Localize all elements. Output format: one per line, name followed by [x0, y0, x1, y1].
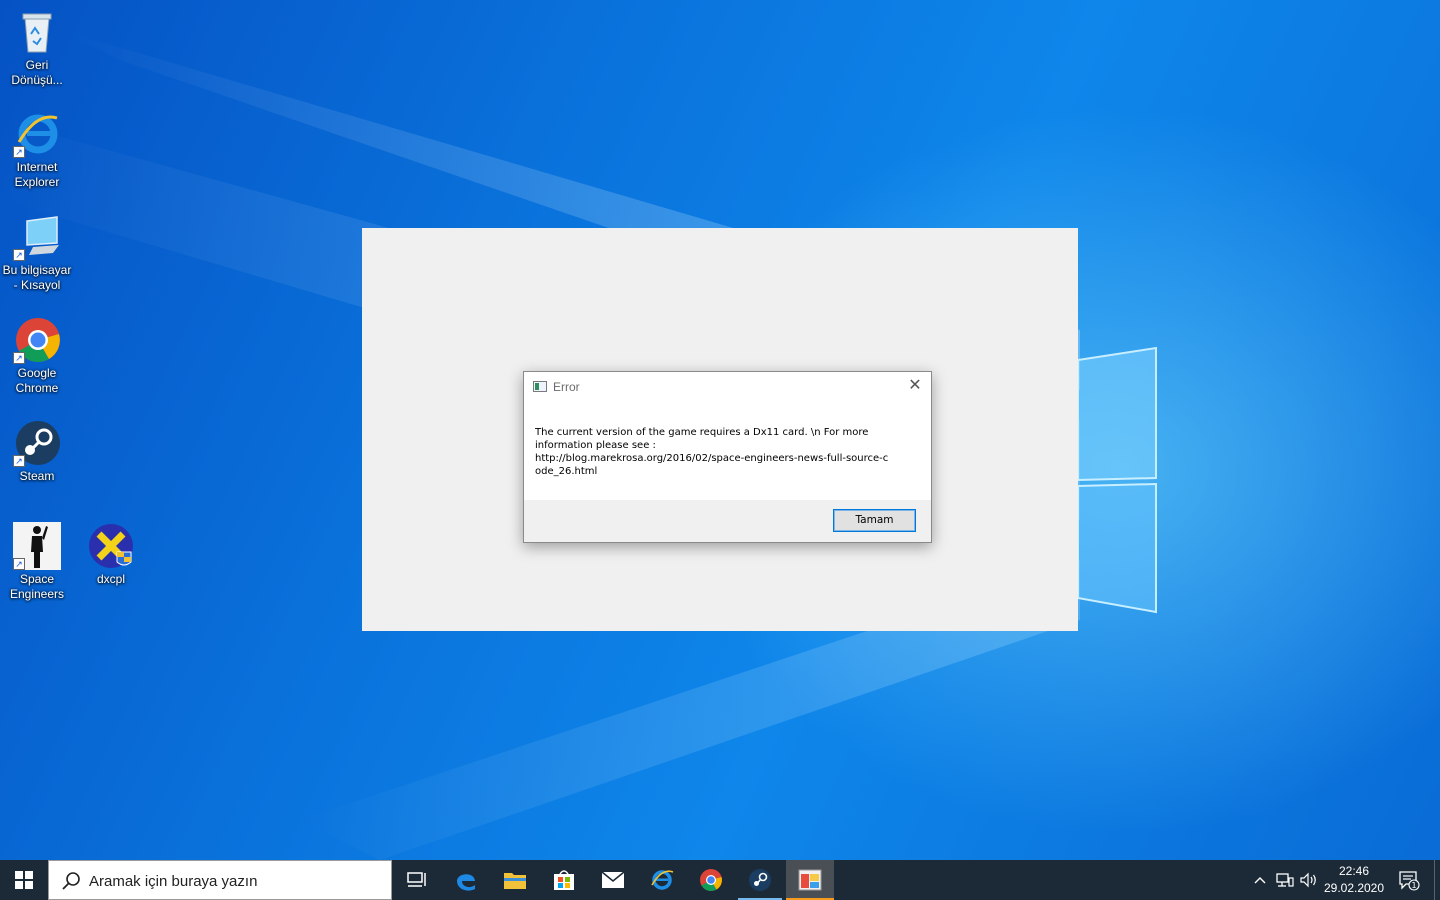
- tray-network[interactable]: [1273, 860, 1297, 900]
- desktop-icon-this-pc[interactable]: ↗ Bu bilgisayar - Kısayol: [0, 213, 74, 293]
- taskbar-mail[interactable]: [589, 860, 637, 900]
- desktop-icon-label: Bu bilgisayar - Kısayol: [2, 263, 72, 292]
- computer-icon: ↗: [13, 213, 61, 261]
- internet-explorer-icon: ↗: [13, 110, 61, 158]
- windows-wallpaper-logo: [1078, 346, 1157, 614]
- error-message: The current version of the game requires…: [535, 427, 889, 477]
- taskbar-clock[interactable]: 22:46 29.02.2020: [1322, 863, 1386, 897]
- steam-icon: ↗: [13, 419, 61, 467]
- shortcut-arrow-icon: ↗: [13, 558, 25, 570]
- error-dialog: Error ✕ The current version of the game …: [523, 371, 932, 543]
- show-desktop-button[interactable]: [1434, 860, 1440, 900]
- network-icon: [1276, 873, 1294, 887]
- desktop-icon-label: Space Engineers: [9, 572, 65, 601]
- desktop-icon-label: Geri Dönüşü...: [11, 58, 63, 87]
- windows-logo-icon: [15, 871, 33, 889]
- ok-button[interactable]: Tamam: [833, 509, 916, 532]
- search-icon: [62, 872, 80, 890]
- taskbar-file-explorer[interactable]: [491, 860, 539, 900]
- desktop-icon-recycle-bin[interactable]: Geri Dönüşü...: [0, 8, 74, 88]
- taskbar-edge[interactable]: [442, 860, 490, 900]
- search-box[interactable]: Aramak için buraya yazın: [48, 860, 392, 900]
- desktop-icon-label: Steam: [19, 469, 55, 483]
- internet-explorer-icon: [651, 870, 674, 890]
- desktop-icon-label: Internet Explorer: [14, 160, 60, 189]
- chrome-icon: [700, 869, 722, 891]
- game-window-icon: [798, 869, 822, 891]
- desktop-icon-label: dxcpl: [96, 572, 125, 586]
- search-placeholder: Aramak için buraya yazın: [89, 873, 258, 890]
- taskbar-store[interactable]: [540, 860, 588, 900]
- clock-time: 22:46: [1338, 864, 1370, 878]
- chevron-up-icon: [1254, 877, 1266, 884]
- edge-icon: [457, 874, 475, 891]
- taskbar-steam[interactable]: [736, 860, 784, 900]
- desktop[interactable]: Geri Dönüşü... ↗ Internet Explorer ↗ Bu …: [0, 0, 1440, 860]
- taskbar: Aramak için buraya yazın 22:46 29.02.202…: [0, 860, 1440, 900]
- taskbar-internet-explorer[interactable]: [638, 860, 686, 900]
- window-app-icon: [533, 381, 547, 392]
- tray-volume[interactable]: [1297, 860, 1321, 900]
- shortcut-arrow-icon: ↗: [13, 146, 25, 158]
- taskbar-chrome[interactable]: [687, 860, 735, 900]
- mail-icon: [601, 871, 625, 888]
- desktop-icon-google-chrome[interactable]: ↗ Google Chrome: [0, 316, 74, 396]
- steam-icon: [749, 869, 771, 891]
- folder-icon: [504, 873, 526, 889]
- tray-show-hidden[interactable]: [1250, 860, 1270, 900]
- desktop-icon-dxcpl[interactable]: dxcpl: [74, 522, 148, 587]
- taskbar-space-engineers[interactable]: [786, 860, 834, 900]
- start-button[interactable]: [0, 860, 48, 900]
- chrome-icon: ↗: [13, 316, 61, 364]
- dxcpl-icon: [87, 522, 135, 570]
- clock-date: 29.02.2020: [1323, 881, 1385, 895]
- dialog-title: Error: [553, 380, 580, 394]
- shortcut-arrow-icon: ↗: [13, 352, 25, 364]
- dialog-titlebar[interactable]: Error ✕: [524, 372, 931, 402]
- desktop-icon-label: Google Chrome: [15, 366, 59, 395]
- shortcut-arrow-icon: ↗: [13, 249, 25, 261]
- dialog-footer: Tamam: [524, 500, 931, 542]
- speaker-icon: [1300, 872, 1316, 888]
- space-engineers-icon: ↗: [13, 522, 61, 570]
- store-icon: [554, 870, 574, 890]
- taskbar-task-view[interactable]: [392, 860, 440, 900]
- recycle-bin-icon: [13, 8, 61, 56]
- notification-count: 1: [1411, 881, 1416, 890]
- desktop-icon-internet-explorer[interactable]: ↗ Internet Explorer: [0, 110, 74, 190]
- task-view-icon: [407, 872, 426, 887]
- desktop-icon-space-engineers[interactable]: ↗ Space Engineers: [0, 522, 74, 602]
- close-icon[interactable]: ✕: [900, 372, 930, 400]
- action-center-button[interactable]: 1: [1392, 860, 1426, 900]
- notification-icon: 1: [1399, 871, 1420, 891]
- desktop-icon-steam[interactable]: ↗ Steam: [0, 419, 74, 484]
- shortcut-arrow-icon: ↗: [13, 455, 25, 467]
